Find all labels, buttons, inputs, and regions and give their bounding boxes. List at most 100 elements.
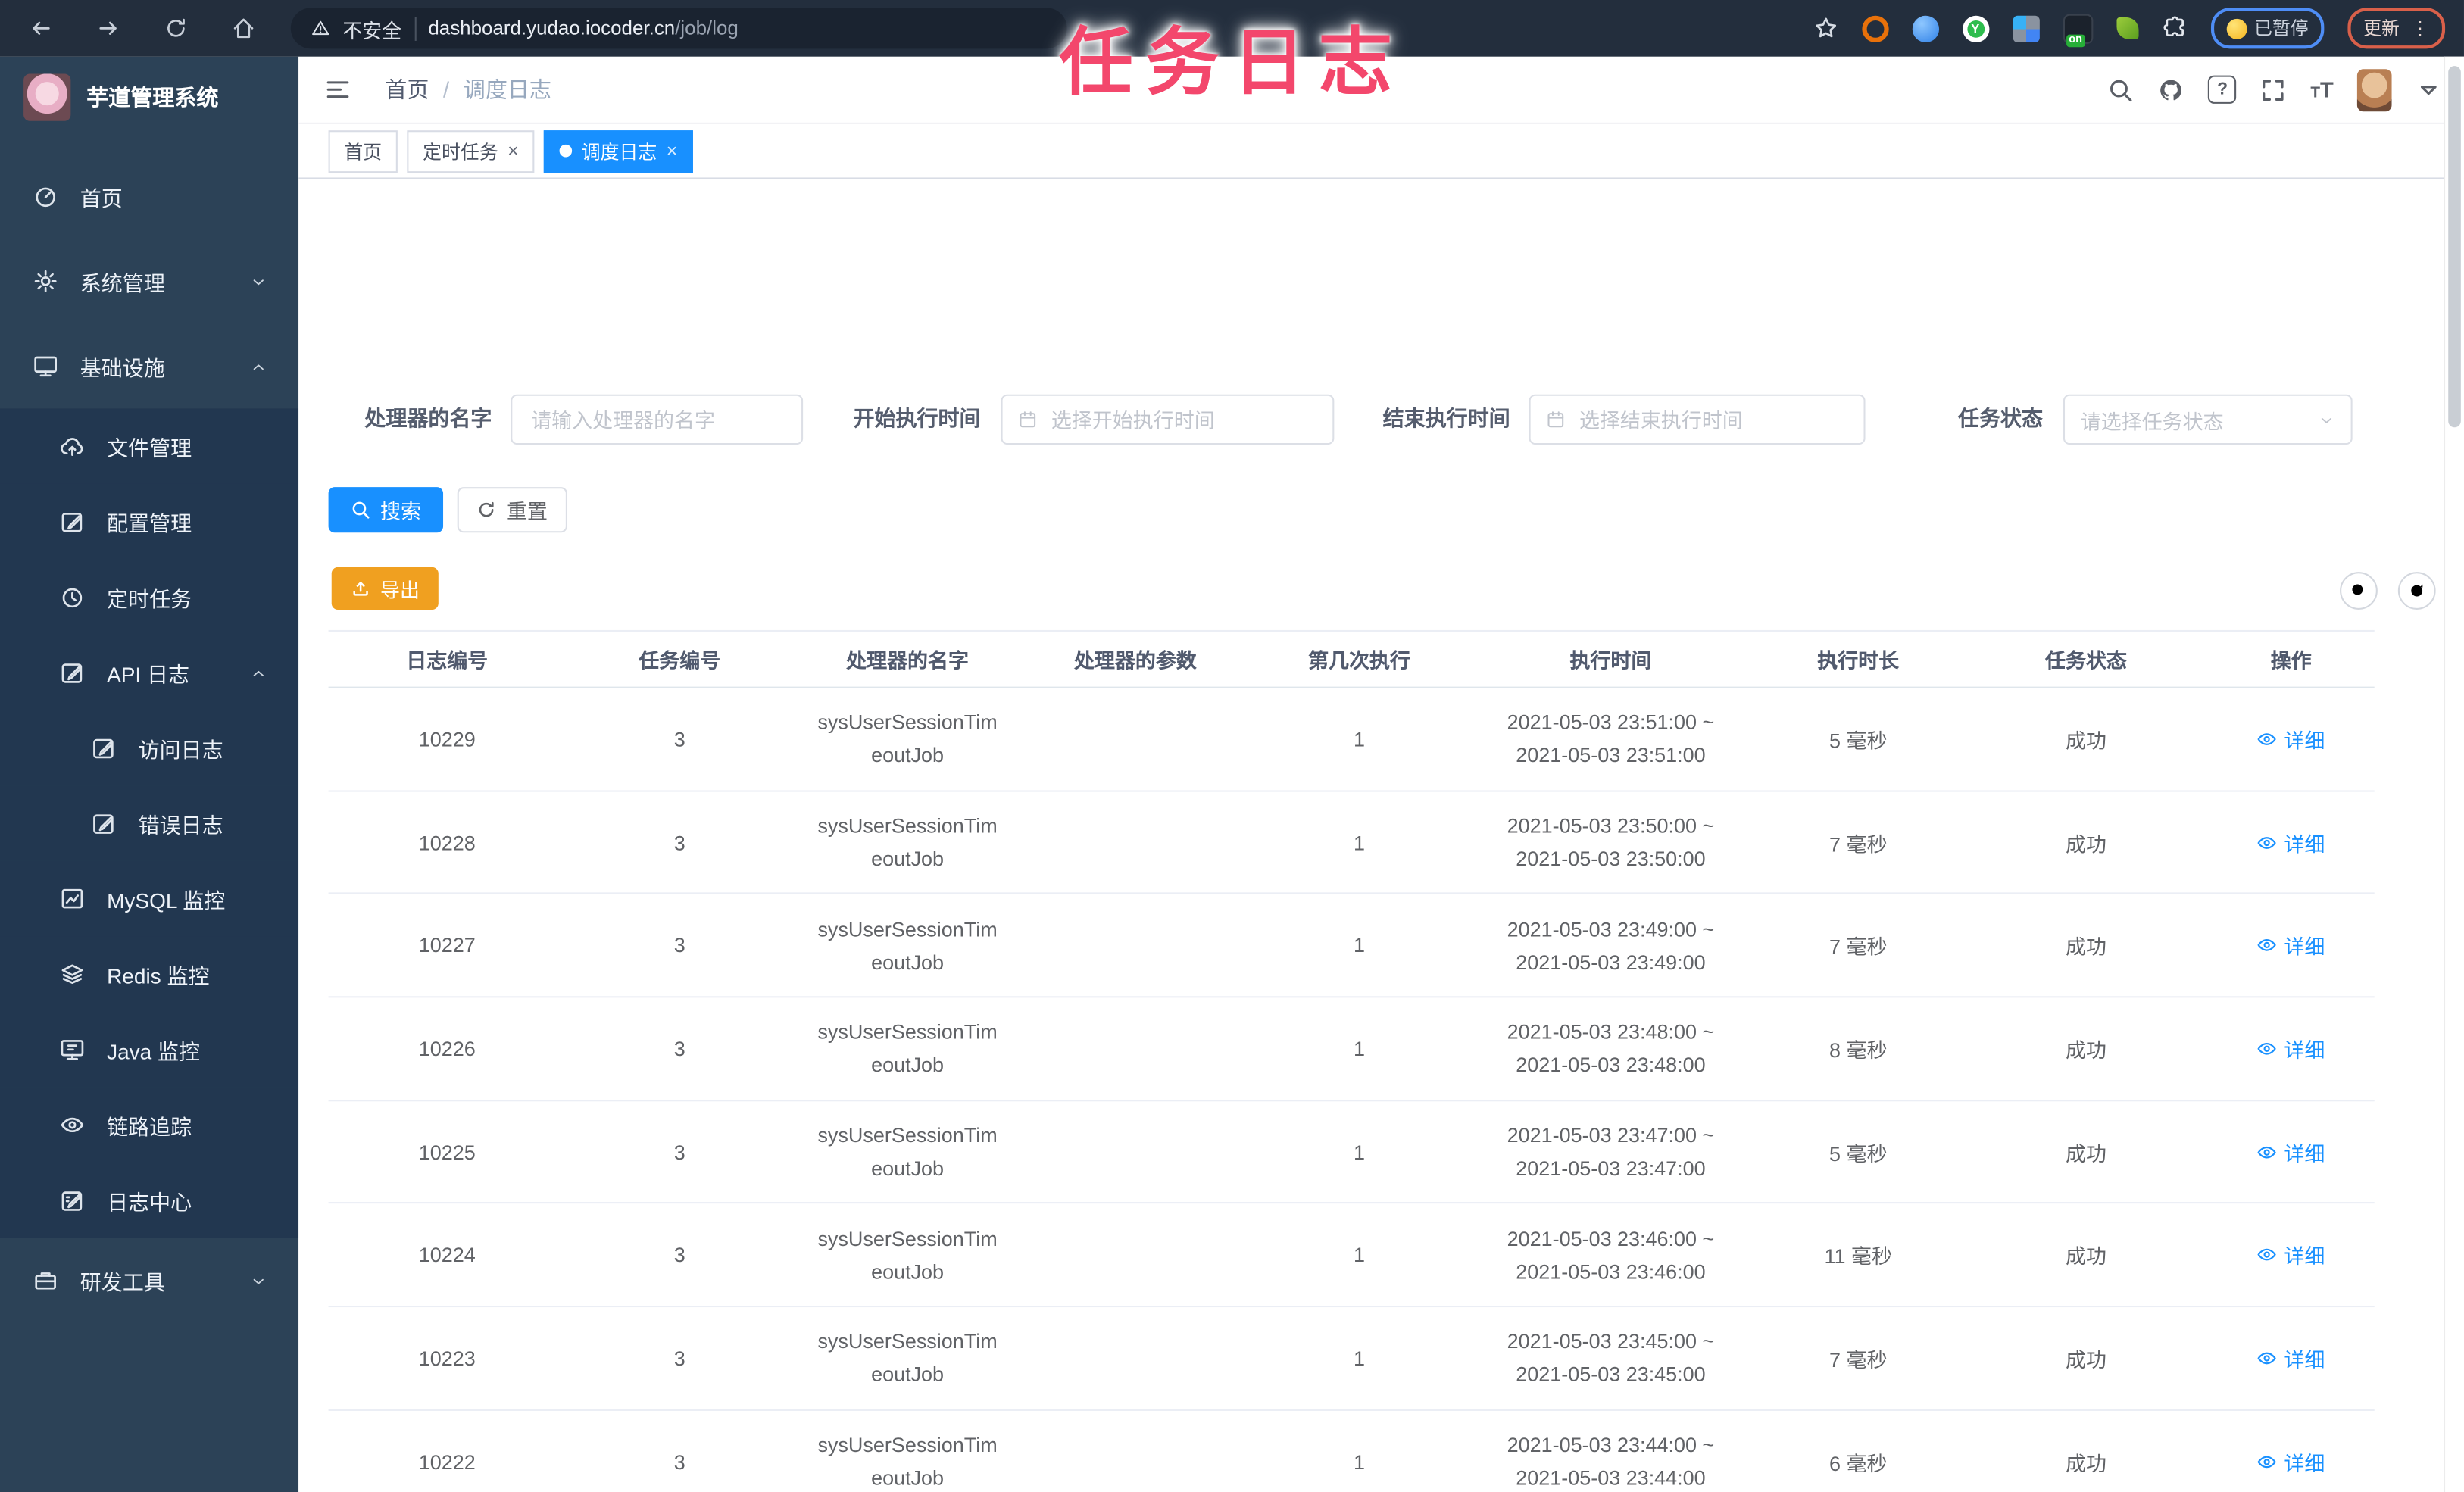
end-time-input[interactable] [1576,406,1848,433]
extension-icon-leaf[interactable] [2116,17,2138,39]
breadcrumb-home[interactable]: 首页 [385,74,429,105]
update-badge-label: 更新 [2363,20,2400,39]
page-scrollbar [2444,56,2464,1492]
sidebar-item-system-management[interactable]: 系统管理 [0,239,298,323]
breadcrumb-separator: / [443,76,450,102]
sidebar-item-error-logs[interactable]: 错误日志 [0,785,299,861]
extension-icon-on[interactable]: on [2062,13,2093,47]
extensions-puzzle-icon[interactable] [2162,16,2187,41]
sidebar-item-java-monitor[interactable]: Java 监控 [0,1012,299,1088]
home-icon[interactable] [231,16,256,41]
sidebar-item-redis-monitor[interactable]: Redis 监控 [0,936,299,1013]
tab-job-log[interactable]: 调度日志 × [543,130,694,173]
search-icon[interactable] [2108,76,2135,103]
extension-icon-orange[interactable] [1861,14,1888,42]
cell-handler-name: sysUserSessionTim eoutJob [817,1123,998,1181]
sidebar-item-dev-tools[interactable]: 研发工具 [0,1238,298,1323]
detail-link[interactable]: 详细 [2257,724,2325,754]
cell-status: 成功 [2066,935,2107,959]
detail-link[interactable]: 详细 [2257,931,2325,960]
eye-icon [2257,1141,2278,1162]
detail-link[interactable]: 详细 [2257,1447,2325,1476]
reset-button[interactable]: 重置 [457,487,567,533]
cell-execute-time: 2021-05-03 23:50:00 ~2021-05-03 23:50:00 [1507,813,1715,871]
browser-menu-kebab-icon[interactable]: ⋮ [2410,19,2429,38]
export-button[interactable]: 导出 [331,567,439,610]
cell-execute-index: 1 [1354,933,1366,957]
cell-execute-time: 2021-05-03 23:46:00 ~2021-05-03 23:46:00 [1507,1226,1715,1284]
detail-link[interactable]: 详细 [2257,1034,2325,1063]
fullscreen-icon[interactable] [2260,76,2287,103]
security-label[interactable]: 不安全 [342,14,401,43]
main-panel: 首页 / 调度日志 ? TT 首页 定时任务 × 调度日志 × 处理器的名字 请… [298,56,2464,1492]
calendar-icon [1546,410,1565,429]
profile-paused-badge[interactable]: 已暂停 [2209,8,2325,49]
font-size-icon[interactable]: TT [2310,77,2333,102]
back-icon[interactable] [28,16,53,41]
toggle-search-button[interactable] [2340,572,2378,610]
extension-icon-green-y[interactable]: Y [1962,14,1989,42]
cell-job-id: 3 [673,1037,685,1061]
cell-handler-name: sysUserSessionTim eoutJob [817,710,998,768]
detail-link[interactable]: 详细 [2257,1137,2325,1166]
avatar-caret-icon[interactable] [2416,76,2442,103]
job-status-select[interactable]: 请选择任务状态 [2063,394,2353,445]
address-bar[interactable]: 不安全 dashboard.yudao.iocoder.cn/job/log [290,8,1067,49]
sidebar-item-file-management[interactable]: 文件管理 [0,408,299,484]
top-navbar: 首页 / 调度日志 ? TT [298,57,2464,124]
reload-icon[interactable] [164,16,189,41]
column-header-3: 处理器的参数 [1073,648,1197,673]
sidebar-item-api-logs[interactable]: API 日志 [0,635,299,710]
search-button[interactable]: 搜索 [328,487,444,533]
cell-execute-index: 1 [1354,1140,1366,1164]
hamburger-icon[interactable] [298,76,352,104]
detail-link[interactable]: 详细 [2257,1344,2325,1373]
tag-view-bar: 首页 定时任务 × 调度日志 × [298,124,2464,179]
forward-icon[interactable] [96,16,121,41]
tab-home[interactable]: 首页 [328,130,398,173]
cell-handler-name: sysUserSessionTim eoutJob [817,813,998,871]
security-warning-icon[interactable] [311,19,330,38]
cell-status: 成功 [2066,1451,2107,1475]
sidebar-item-access-logs[interactable]: 访问日志 [0,710,299,786]
url-text[interactable]: dashboard.yudao.iocoder.cn/job/log [428,17,738,39]
detail-link[interactable]: 详细 [2257,1240,2325,1269]
sidebar-logo-row[interactable]: 芋道管理系统 [0,57,298,139]
github-icon[interactable] [2158,76,2184,103]
tab-scheduled-tasks[interactable]: 定时任务 × [407,130,535,173]
profile-avatar-emoji [2225,17,2247,39]
sidebar-item-infrastructure[interactable]: 基础设施 [0,323,298,408]
bookmark-star-icon[interactable] [1813,16,1838,41]
app-frame: 芋道管理系统 首页 系统管理 基础设施 文件管理 配置管理 定时任务 API 日志 访问日志错… [0,56,2464,1492]
sidebar-item-config-management[interactable]: 配置管理 [0,483,299,560]
table-row: 10224 3 sysUserSessionTim eoutJob 1 2021-05-0… [328,1204,2375,1308]
start-time-input[interactable] [1048,406,1317,433]
cell-duration: 5 毫秒 [1828,729,1888,753]
chrome-update-badge[interactable]: 更新 ⋮ [2347,8,2446,49]
url-separator [414,16,416,40]
refresh-table-button[interactable] [2397,572,2436,610]
cell-status: 成功 [2066,1244,2107,1269]
sidebar-item-log-center[interactable]: 日志中心 [0,1163,299,1238]
scrollbar-thumb[interactable] [2448,66,2461,428]
gear-icon [33,269,58,294]
tab-close-icon[interactable]: × [667,142,678,161]
extension-icon-grid[interactable] [2012,14,2039,42]
sidebar-item-tracing[interactable]: 链路追踪 [0,1087,299,1163]
user-avatar[interactable] [2356,68,2392,111]
detail-link[interactable]: 详细 [2257,827,2325,857]
url-path: /job/log [675,17,739,39]
help-icon[interactable]: ? [2208,75,2237,104]
cell-execute-time: 2021-05-03 23:45:00 ~2021-05-03 23:45:00 [1507,1330,1715,1387]
sidebar-item-mysql-monitor[interactable]: MySQL 监控 [0,860,299,937]
eye-icon [2257,729,2278,749]
handler-name-input[interactable] [528,406,786,433]
cell-duration: 8 毫秒 [1828,1038,1888,1063]
sidebar-item-label: MySQL 监控 [107,889,226,913]
tab-close-icon[interactable]: × [507,142,519,161]
paused-badge-label: 已暂停 [2254,20,2309,39]
sidebar-item-home[interactable]: 首页 [0,154,298,239]
sidebar-item-scheduled-tasks[interactable]: 定时任务 [0,559,299,635]
extension-icon-blue[interactable] [1911,14,1939,42]
sidebar: 芋道管理系统 首页 系统管理 基础设施 文件管理 配置管理 定时任务 API 日志 访问日志错… [0,56,299,1492]
